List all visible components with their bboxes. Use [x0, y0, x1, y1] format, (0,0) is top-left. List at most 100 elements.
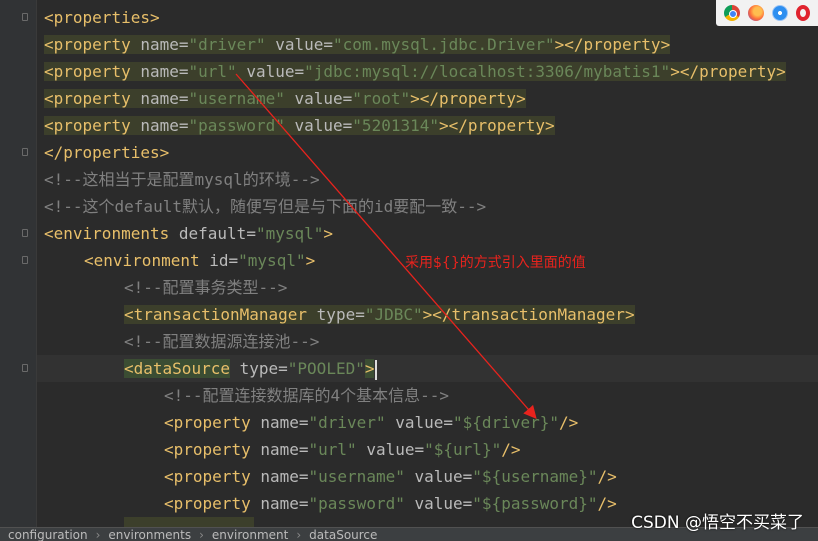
code-line[interactable]: <!--这相当于是配置mysql的环境-->	[37, 166, 818, 193]
attr-token: =	[178, 89, 189, 108]
code-line[interactable]: <property name="driver" value="${driver}…	[37, 409, 818, 436]
safari-icon[interactable]	[772, 5, 788, 21]
tag-token: transactionManager	[133, 305, 308, 324]
tag-token: property	[173, 467, 251, 486]
string-token: "url"	[308, 440, 357, 459]
code-line[interactable]: <property name="username" value="${usern…	[37, 463, 818, 490]
tag-token: </	[44, 143, 64, 162]
tag-token: />	[559, 413, 579, 432]
chevron-right-icon: ›	[95, 528, 101, 541]
string-token: "${password}"	[472, 494, 598, 513]
attr-token: name	[260, 494, 299, 513]
string-token: "${url}"	[424, 440, 502, 459]
tag-token: ></	[554, 35, 584, 54]
chrome-icon[interactable]	[724, 5, 740, 21]
fold-marker[interactable]	[22, 13, 28, 21]
breadcrumb-item[interactable]: environments	[108, 528, 191, 541]
code-line[interactable]: <properties>	[37, 4, 818, 31]
attr-token: value	[366, 440, 415, 459]
tag-token: <	[164, 494, 174, 513]
tag-token: <	[164, 440, 174, 459]
annotation-text: 采用${}的方式引入里面的值	[405, 255, 586, 271]
highlight-span: >	[364, 359, 375, 378]
tag-token: property	[53, 35, 131, 54]
watermark: CSDN @悟空不买菜了	[631, 513, 804, 533]
code-line[interactable]: <transactionManager type="JDBC"></transa…	[37, 301, 818, 328]
tag-token: environment	[93, 251, 200, 270]
tag-token: />	[597, 494, 617, 513]
code-line[interactable]: </properties>	[37, 139, 818, 166]
breadcrumb-item[interactable]: environment	[212, 528, 288, 541]
highlight-span: <property name="driver" value="com.mysql…	[44, 35, 671, 54]
tag-token: properties	[63, 143, 160, 162]
attr-token: =	[298, 467, 309, 486]
code-line[interactable]: <property name="username" value="root"><…	[37, 85, 818, 112]
code-line-current[interactable]: <dataSource type="POOLED">	[37, 355, 818, 382]
string-token: "password"	[188, 116, 285, 135]
string-token: "${driver}"	[453, 413, 559, 432]
fold-marker[interactable]	[22, 256, 28, 264]
tag-token: property	[53, 89, 131, 108]
string-token: "JDBC"	[364, 305, 423, 324]
string-token: "POOLED"	[287, 359, 365, 378]
attr-token: value	[275, 35, 324, 54]
code-line[interactable]: <property name="password" value="5201314…	[37, 112, 818, 139]
fold-marker[interactable]	[22, 229, 28, 237]
tag-token: <	[44, 89, 54, 108]
fold-marker[interactable]	[22, 148, 28, 156]
attr-token: =	[178, 116, 189, 135]
tag-token: >	[305, 251, 316, 270]
tag-token: >	[149, 8, 160, 27]
attr-token: value	[395, 413, 444, 432]
code-line[interactable]: <!--配置事务类型-->	[37, 274, 818, 301]
attr-token: =	[246, 224, 256, 243]
tag-token: property	[173, 413, 251, 432]
tag-token: />	[501, 440, 521, 459]
string-token: "password"	[308, 494, 405, 513]
attr-token: name	[140, 89, 179, 108]
attr-token: name	[260, 467, 299, 486]
attr-token: name	[140, 116, 179, 135]
attr-token: =	[342, 116, 353, 135]
code-line[interactable]: <!--这个default默认，随便写但是与下面的id要配一致-->	[37, 193, 818, 220]
editor-gutter	[0, 0, 37, 527]
string-token: "username"	[308, 467, 405, 486]
attr-token: =	[342, 89, 353, 108]
tag-token: <	[44, 116, 54, 135]
tag-token: property	[583, 35, 661, 54]
string-token: "mysql"	[238, 251, 306, 270]
tag-token: <	[44, 8, 54, 27]
tag-token: >	[544, 116, 555, 135]
attr-token: =	[178, 35, 189, 54]
browser-icons-bar	[716, 0, 818, 26]
breadcrumb-item[interactable]: dataSource	[309, 528, 377, 541]
opera-icon[interactable]	[796, 5, 810, 21]
firefox-icon[interactable]	[748, 5, 764, 21]
highlight-span: <property name="username" value="root"><…	[44, 89, 526, 108]
attr-token: default	[178, 224, 247, 243]
string-token: "${username}"	[472, 467, 598, 486]
tag-token: <	[84, 251, 94, 270]
tag-token: <	[44, 62, 54, 81]
tag-token: property	[439, 89, 517, 108]
comment-token: <!--配置连接数据库的4个基本信息-->	[164, 386, 450, 405]
text-caret	[375, 359, 378, 380]
breadcrumb-item[interactable]: configuration	[8, 528, 88, 541]
code-line[interactable]: <!--配置连接数据库的4个基本信息-->	[37, 382, 818, 409]
code-line-partial	[124, 517, 254, 527]
string-token: "driver"	[188, 35, 266, 54]
attr-token: =	[298, 440, 309, 459]
attr-token: =	[443, 413, 454, 432]
tag-token: >	[364, 359, 375, 378]
code-line[interactable]: <property name="driver" value="com.mysql…	[37, 31, 818, 58]
code-line[interactable]: <environments default="mysql">	[37, 220, 818, 247]
attr-token: value	[414, 494, 463, 513]
code-line[interactable]: <!--配置数据源连接池-->	[37, 328, 818, 355]
fold-marker[interactable]	[22, 364, 28, 372]
tag-token: dataSource	[133, 359, 230, 378]
code-line[interactable]: <property name="url" value="jdbc:mysql:/…	[37, 58, 818, 85]
tag-token: ></	[439, 116, 468, 135]
code-line[interactable]: <property name="url" value="${url}"/>	[37, 436, 818, 463]
string-token: "url"	[188, 62, 237, 81]
chevron-right-icon: ›	[199, 528, 204, 541]
